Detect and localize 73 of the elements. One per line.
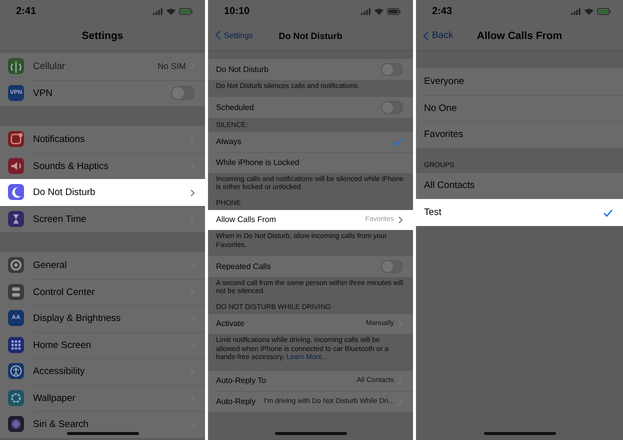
back-link[interactable]: Back [423, 30, 454, 41]
row-label: Activate [216, 319, 246, 328]
row-label: General [33, 260, 68, 271]
row-label: Do Not Disturb [216, 64, 270, 74]
row-label: Cellular [33, 60, 66, 72]
back-link[interactable]: Settings [215, 30, 253, 40]
status-time: 2:43 [432, 6, 452, 16]
settings-row[interactable]: Test [416, 199, 623, 226]
back-chevron-icon [215, 30, 221, 40]
nav-title: Allow Calls From [476, 30, 562, 42]
settings-row[interactable]: Screen Time [0, 206, 205, 232]
settings-row[interactable]: Home Screen [0, 332, 205, 358]
nav-title: Do Not Disturb [278, 31, 342, 41]
toggle-switch[interactable] [171, 86, 195, 100]
row-label: Favorites [424, 129, 464, 140]
row-label: Allow Calls From [216, 215, 278, 224]
settings-row[interactable]: Wallpaper [0, 384, 205, 411]
battery-icon [387, 8, 401, 14]
toggle-switch[interactable] [381, 260, 403, 273]
settings-row[interactable]: Do Not Disturb [0, 179, 205, 206]
signal-icon [361, 8, 371, 14]
settings-row[interactable]: Sounds & Haptics [0, 152, 205, 179]
wifi-icon [374, 8, 384, 14]
home-indicator [484, 432, 556, 435]
row-label: Control Center [33, 286, 96, 298]
row-label: Home Screen [33, 340, 92, 351]
status-time: 2:41 [16, 6, 36, 16]
nav-title: Settings [82, 30, 124, 42]
settings-row[interactable]: Everyone [416, 68, 623, 94]
wifi-icon [166, 8, 176, 14]
status-time: 10:10 [224, 6, 250, 16]
toggle-switch[interactable] [381, 62, 403, 76]
signal-icon [571, 8, 581, 14]
home-indicator [274, 432, 346, 435]
settings-row[interactable]: Do Not Disturb [208, 59, 413, 80]
row-label: Notifications [33, 134, 86, 145]
battery-icon [597, 8, 611, 14]
home-indicator [66, 432, 138, 435]
row-label: Do Not Disturb [33, 187, 96, 198]
toggle-switch[interactable] [381, 100, 403, 114]
row-label: Test [424, 207, 442, 218]
row-label: Always [216, 137, 242, 146]
back-chevron-icon [423, 30, 429, 40]
row-label: Repeated Calls [216, 262, 272, 271]
row-label: No One [424, 102, 458, 114]
settings-row[interactable]: Accessibility [0, 358, 205, 384]
row-label: Scheduled [216, 102, 255, 112]
settings-row[interactable]: Always [208, 132, 413, 152]
settings-row[interactable]: All Contacts [416, 172, 623, 199]
settings-row[interactable]: General [0, 252, 205, 278]
row-label: Screen Time [33, 214, 88, 225]
row-label: While iPhone is Locked [216, 158, 300, 168]
settings-row[interactable]: Control Center [0, 278, 205, 305]
row-label: Auto-Reply To [216, 376, 268, 386]
row-label: Display & Brightness [33, 313, 122, 324]
row-label: Sounds & Haptics [33, 160, 110, 172]
row-label: Wallpaper [33, 392, 76, 404]
row-label: Auto-Reply [216, 397, 257, 406]
row-label: Accessibility [33, 366, 86, 378]
settings-row[interactable]: Scheduled [208, 97, 413, 118]
settings-row[interactable]: Favorites [416, 121, 623, 148]
row-label: Everyone [424, 76, 466, 87]
wifi-icon [584, 8, 594, 14]
settings-row[interactable]: No One [416, 94, 623, 121]
settings-row[interactable]: While iPhone is Locked [208, 152, 413, 172]
row-value: No SIM [158, 61, 186, 72]
row-label: VPN [33, 88, 54, 99]
row-label: All Contacts [424, 180, 476, 192]
signal-icon [153, 8, 163, 14]
settings-row[interactable]: Notifications [0, 126, 205, 152]
battery-icon [179, 8, 193, 14]
settings-row[interactable]: Repeated Calls [208, 256, 413, 276]
row-label: Siri & Search [33, 419, 90, 430]
